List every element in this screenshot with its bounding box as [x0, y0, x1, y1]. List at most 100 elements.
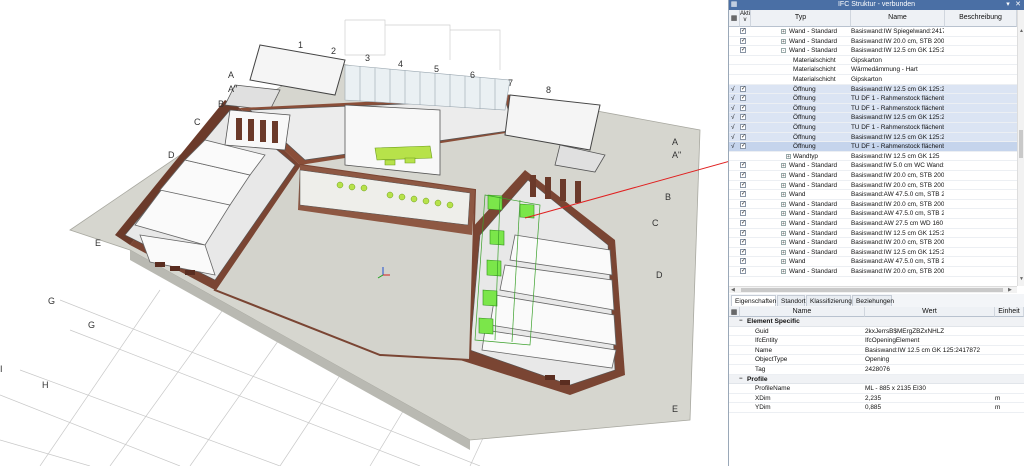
active-checkbox[interactable]: ✓ — [740, 114, 746, 121]
expand-icon[interactable]: + — [781, 29, 786, 35]
props-header-name[interactable]: Name — [740, 307, 865, 317]
property-row[interactable]: YDim 0,885 m — [729, 403, 1024, 413]
tree-row[interactable]: ✓ + Wand - Standard Basiswand:IW 20.0 cm, S… — [729, 238, 1017, 248]
active-checkbox[interactable]: ✓ — [740, 191, 746, 198]
collapse-icon[interactable]: − — [739, 375, 743, 384]
building-model-view[interactable]: 1 2 3 4 5 6 7 8 A A" B C D E A A" B C D E G G H I — [0, 0, 728, 466]
tree-row[interactable]: Materialschicht Wärmedämmung - Hart — [729, 65, 1017, 75]
tree-horizontal-scrollbar[interactable]: ◀ ▶ — [729, 286, 1017, 293]
property-row[interactable]: Guid 2kxJerrsB$MErgZBZxNHLZ — [729, 327, 1024, 337]
active-checkbox[interactable]: ✓ — [740, 239, 746, 246]
active-checkbox[interactable]: ✓ — [740, 200, 746, 207]
hscroll-thumb[interactable] — [741, 288, 1003, 292]
property-row[interactable]: ObjectType Opening — [729, 355, 1024, 365]
tree-row[interactable]: √ ✓ Öffnung Basiswand:IW 12.5 cm GK 125:24.… — [729, 84, 1017, 95]
expand-icon[interactable]: + — [781, 240, 786, 246]
tree-row[interactable]: ✓ - Wand - Standard Basiswand:IW 12.5 cm GK… — [729, 46, 1017, 56]
expand-icon[interactable]: + — [781, 163, 786, 169]
expand-icon[interactable]: + — [786, 153, 791, 159]
active-checkbox[interactable]: ✓ — [740, 258, 746, 265]
scroll-up-icon[interactable]: ▲ — [1019, 28, 1024, 34]
tree-row[interactable]: ✓ + Wand - Standard Basiswand:IW 12.5 cm GK… — [729, 248, 1017, 258]
tab-eigenschaften[interactable]: Eigenschaften — [731, 295, 776, 306]
active-checkbox[interactable]: ✓ — [740, 95, 746, 102]
collapse-icon[interactable]: - — [781, 48, 786, 54]
pin-icon[interactable]: ▾ — [1004, 1, 1012, 9]
property-row[interactable]: Name Basiswand:IW 12.5 cm GK 125:2417872 — [729, 346, 1024, 356]
tree-row[interactable]: ✓ + Wand - Standard Basiswand:AW 47.5.0 cm,… — [729, 209, 1017, 219]
expand-icon[interactable]: + — [781, 221, 786, 227]
expand-icon[interactable]: + — [781, 173, 786, 179]
active-checkbox[interactable]: ✓ — [740, 143, 746, 150]
tree-row[interactable]: ✓ + Wand - Standard Basiswand:IW 5.0 cm WC … — [729, 161, 1017, 171]
active-checkbox[interactable]: ✓ — [740, 124, 746, 130]
column-header-aktiv[interactable]: Akti v — [740, 10, 751, 27]
tree-row[interactable]: √ ✓ Öffnung TU DF 1 - Rahmenstock flächenbü… — [729, 103, 1017, 114]
props-options[interactable]: ▦ — [729, 307, 740, 317]
props-header-wert[interactable]: Wert — [865, 307, 995, 317]
tree-row[interactable]: ✓ + Wand - Standard Basiswand:IW 20.0 cm, S… — [729, 181, 1017, 191]
column-header-typ[interactable]: Typ — [751, 10, 851, 27]
tab-standort[interactable]: Standort — [777, 295, 806, 306]
expand-icon[interactable]: + — [781, 192, 786, 198]
tab-klassifizierung[interactable]: Klassifizierung — [806, 295, 852, 306]
tree-row[interactable]: + Wandtyp Basiswand:IW 12.5 cm GK 125 — [729, 152, 1017, 162]
scroll-thumb[interactable] — [1019, 130, 1023, 158]
property-row[interactable]: IfcEntity IfcOpeningElement — [729, 336, 1024, 346]
tree-row[interactable]: Materialschicht Gipskarton — [729, 56, 1017, 66]
tree-row[interactable]: ✓ + Wand - Standard Basiswand:IW 20.0 cm, S… — [729, 37, 1017, 47]
tree-row[interactable]: √ ✓ Öffnung Basiswand:IW 12.5 cm GK 125:24.… — [729, 113, 1017, 123]
expand-icon[interactable]: + — [781, 38, 786, 44]
tree-row[interactable]: ✓ + Wand - Standard Basiswand:IW 12.5 cm GK… — [729, 229, 1017, 239]
active-checkbox[interactable]: ✓ — [740, 181, 746, 188]
tree-row[interactable]: √ ✓ Öffnung TU DF 1 - Rahmenstock flächenbü… — [729, 94, 1017, 104]
property-row[interactable]: ProfileName ML - 885 x 2135 EI30 — [729, 384, 1024, 394]
scroll-right-icon[interactable]: ▶ — [1008, 287, 1012, 293]
expand-icon[interactable]: + — [781, 211, 786, 217]
tree-row[interactable]: ✓ + Wand Basiswand:AW 47.5.0 cm, STB 20... — [729, 190, 1017, 200]
active-checkbox[interactable]: ✓ — [740, 248, 746, 255]
tree-row[interactable]: Materialschicht Gipskarton — [729, 75, 1017, 85]
expand-icon[interactable]: + — [781, 182, 786, 188]
active-checkbox[interactable]: ✓ — [740, 162, 746, 169]
column-header-options[interactable]: ▦ — [729, 10, 740, 27]
scroll-left-icon[interactable]: ◀ — [731, 287, 735, 293]
expand-icon[interactable]: + — [781, 259, 786, 265]
scroll-down-icon[interactable]: ▼ — [1019, 276, 1024, 282]
collapse-icon[interactable]: − — [739, 317, 743, 326]
expand-icon[interactable]: + — [781, 230, 786, 236]
active-checkbox[interactable]: ✓ — [740, 47, 746, 54]
expand-icon[interactable]: + — [781, 269, 786, 275]
expand-icon[interactable]: + — [781, 249, 786, 255]
expand-icon[interactable]: + — [781, 201, 786, 207]
active-checkbox[interactable]: ✓ — [740, 210, 746, 217]
tab-beziehungen[interactable]: Beziehungen — [852, 295, 894, 306]
tree-row[interactable]: ✓ + Wand - Standard Basiswand:AW 27.5 cm WD… — [729, 219, 1017, 229]
active-checkbox[interactable]: ✓ — [740, 28, 746, 34]
property-group[interactable]: − Profile — [729, 374, 1024, 385]
active-checkbox[interactable]: ✓ — [740, 37, 746, 44]
active-checkbox[interactable]: ✓ — [740, 172, 746, 178]
tree-row[interactable]: ✓ + Wand - Standard Basiswand:IW 20.0 cm, S… — [729, 171, 1017, 181]
property-row[interactable]: XDim 2,235 m — [729, 394, 1024, 404]
tree-row[interactable]: ✓ + Wand Basiswand:AW 47.5.0 cm, STB 20... — [729, 257, 1017, 267]
active-checkbox[interactable]: ✓ — [740, 220, 746, 226]
props-header-einheit[interactable]: Einheit — [995, 307, 1024, 317]
tree-row[interactable]: √ ✓ Öffnung TU DF 1 - Rahmenstock flächenbü… — [729, 142, 1017, 152]
active-checkbox[interactable]: ✓ — [740, 229, 746, 236]
property-row[interactable]: Tag 2428076 — [729, 365, 1024, 375]
active-checkbox[interactable]: ✓ — [740, 85, 746, 92]
tree-row[interactable]: √ ✓ Öffnung Basiswand:IW 12.5 cm GK 125:24.… — [729, 132, 1017, 143]
active-checkbox[interactable]: ✓ — [740, 133, 746, 140]
3d-viewport[interactable]: 1 2 3 4 5 6 7 8 A A" B C D E A A" B C D E G G H I — [0, 0, 728, 466]
tree-row[interactable]: ✓ + Wand - Standard Basiswand:IW Spiegelwan… — [729, 27, 1017, 37]
close-icon[interactable]: ✕ — [1014, 1, 1022, 9]
column-header-name[interactable]: Name — [851, 10, 945, 27]
property-group[interactable]: − Element Specific — [729, 317, 1024, 327]
active-checkbox[interactable]: ✓ — [740, 268, 746, 274]
tree-row[interactable]: ✓ + Wand - Standard Basiswand:IW 20.0 cm, S… — [729, 267, 1017, 277]
tree-row[interactable]: ✓ + Wand - Standard Basiswand:IW 20.0 cm, S… — [729, 200, 1017, 210]
active-checkbox[interactable]: ✓ — [740, 104, 746, 111]
tree-row[interactable]: √ ✓ Öffnung TU DF 1 - Rahmenstock flächenbü… — [729, 123, 1017, 133]
column-header-beschreibung[interactable]: Beschreibung — [945, 10, 1017, 27]
